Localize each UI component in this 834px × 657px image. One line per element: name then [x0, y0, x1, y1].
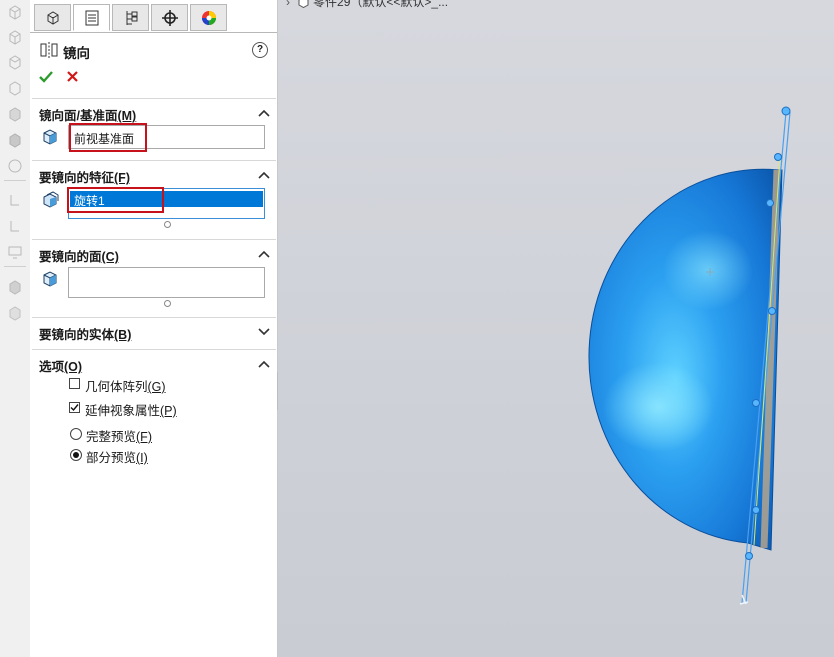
section-divider [32, 349, 276, 350]
feature-manager-icon [47, 10, 58, 25]
tab-feature-manager[interactable] [34, 4, 71, 31]
faces-list[interactable] [68, 267, 265, 298]
chevron-up-icon[interactable] [257, 170, 271, 180]
box-icon[interactable] [7, 29, 23, 45]
manager-tabs [32, 4, 264, 32]
cancel-button[interactable] [67, 71, 78, 82]
dimxpert-icon [161, 9, 178, 26]
cube-icon[interactable] [7, 279, 23, 295]
chevron-up-icon[interactable] [257, 249, 271, 259]
section-divider [32, 317, 276, 318]
chevron-up-icon[interactable] [257, 359, 271, 369]
tab-dimxpert-manager[interactable] [151, 4, 188, 31]
features-icon [43, 191, 59, 208]
view-orient-icon[interactable] [7, 158, 23, 174]
section-divider [32, 239, 276, 240]
page-title: 镜向 [63, 46, 90, 61]
cube-icon[interactable] [7, 305, 23, 321]
geometry-pattern-label: 几何体阵列(G) [85, 380, 166, 394]
specular-highlight [603, 362, 713, 452]
shaded-box-icon[interactable] [7, 132, 23, 148]
full-preview-radio[interactable] [70, 428, 82, 440]
property-manager: 镜向 ? 镜向面/基准面(M) 前视基准面 要镜向的特征(F) 旋转1 要镜向的… [30, 0, 278, 657]
plane-face-icon [43, 129, 57, 145]
section-faces-title[interactable]: 要镜向的面(C) [39, 246, 119, 265]
tab-divider [30, 32, 277, 33]
tab-property-manager[interactable] [73, 4, 110, 31]
radio-dot [73, 452, 79, 458]
chevron-up-icon[interactable] [257, 108, 271, 118]
box-icon[interactable] [7, 106, 23, 122]
highlight-box [69, 123, 147, 152]
section-bodies-title[interactable]: 要镜向的实体(B) [39, 324, 131, 343]
section-divider [32, 98, 276, 99]
graphics-viewport[interactable]: › 零件29（默认<<默认>_... [278, 0, 834, 657]
toolbar-divider [4, 180, 26, 181]
highlight-box [67, 187, 164, 213]
configuration-manager-icon [126, 10, 137, 25]
section-view-icon[interactable] [7, 192, 23, 208]
model-graphics [588, 106, 791, 605]
specular-highlight [663, 230, 753, 310]
geometry-pattern-checkbox[interactable] [69, 378, 80, 389]
face-icon [43, 271, 57, 287]
toolbar-divider [4, 266, 26, 267]
tab-display-manager[interactable] [190, 4, 227, 31]
partial-preview-radio[interactable] [70, 449, 82, 461]
full-preview-label: 完整预览(F) [86, 430, 152, 444]
box-icon[interactable] [7, 4, 23, 20]
tab-configuration-manager[interactable] [112, 4, 149, 31]
section-features-title[interactable]: 要镜向的特征(F) [39, 167, 130, 186]
mirror-icon [40, 42, 58, 58]
box-icon[interactable] [7, 80, 23, 96]
resize-handle[interactable] [164, 300, 171, 307]
section-divider [32, 160, 276, 161]
ghost-toolbar [0, 0, 30, 657]
section-view-icon[interactable] [7, 218, 23, 234]
section-options-title[interactable]: 选项(O) [39, 356, 82, 375]
display-manager-icon [201, 10, 216, 25]
propagate-visual-label: 延伸视象属性(P) [85, 404, 177, 418]
box-icon[interactable] [7, 54, 23, 70]
ok-button[interactable] [39, 71, 53, 83]
checkmark-icon [70, 404, 79, 412]
resize-handle[interactable] [164, 221, 171, 228]
section-mirror-face-title[interactable]: 镜向面/基准面(M) [39, 105, 136, 124]
chevron-down-icon[interactable] [257, 326, 271, 336]
propagate-visual-checkbox[interactable] [69, 402, 80, 413]
hemisphere-body[interactable] [588, 168, 783, 551]
property-manager-icon [85, 10, 98, 25]
partial-preview-label: 部分预览(I) [86, 451, 148, 465]
monitor-icon[interactable] [7, 244, 23, 260]
help-button[interactable]: ? [252, 42, 268, 58]
